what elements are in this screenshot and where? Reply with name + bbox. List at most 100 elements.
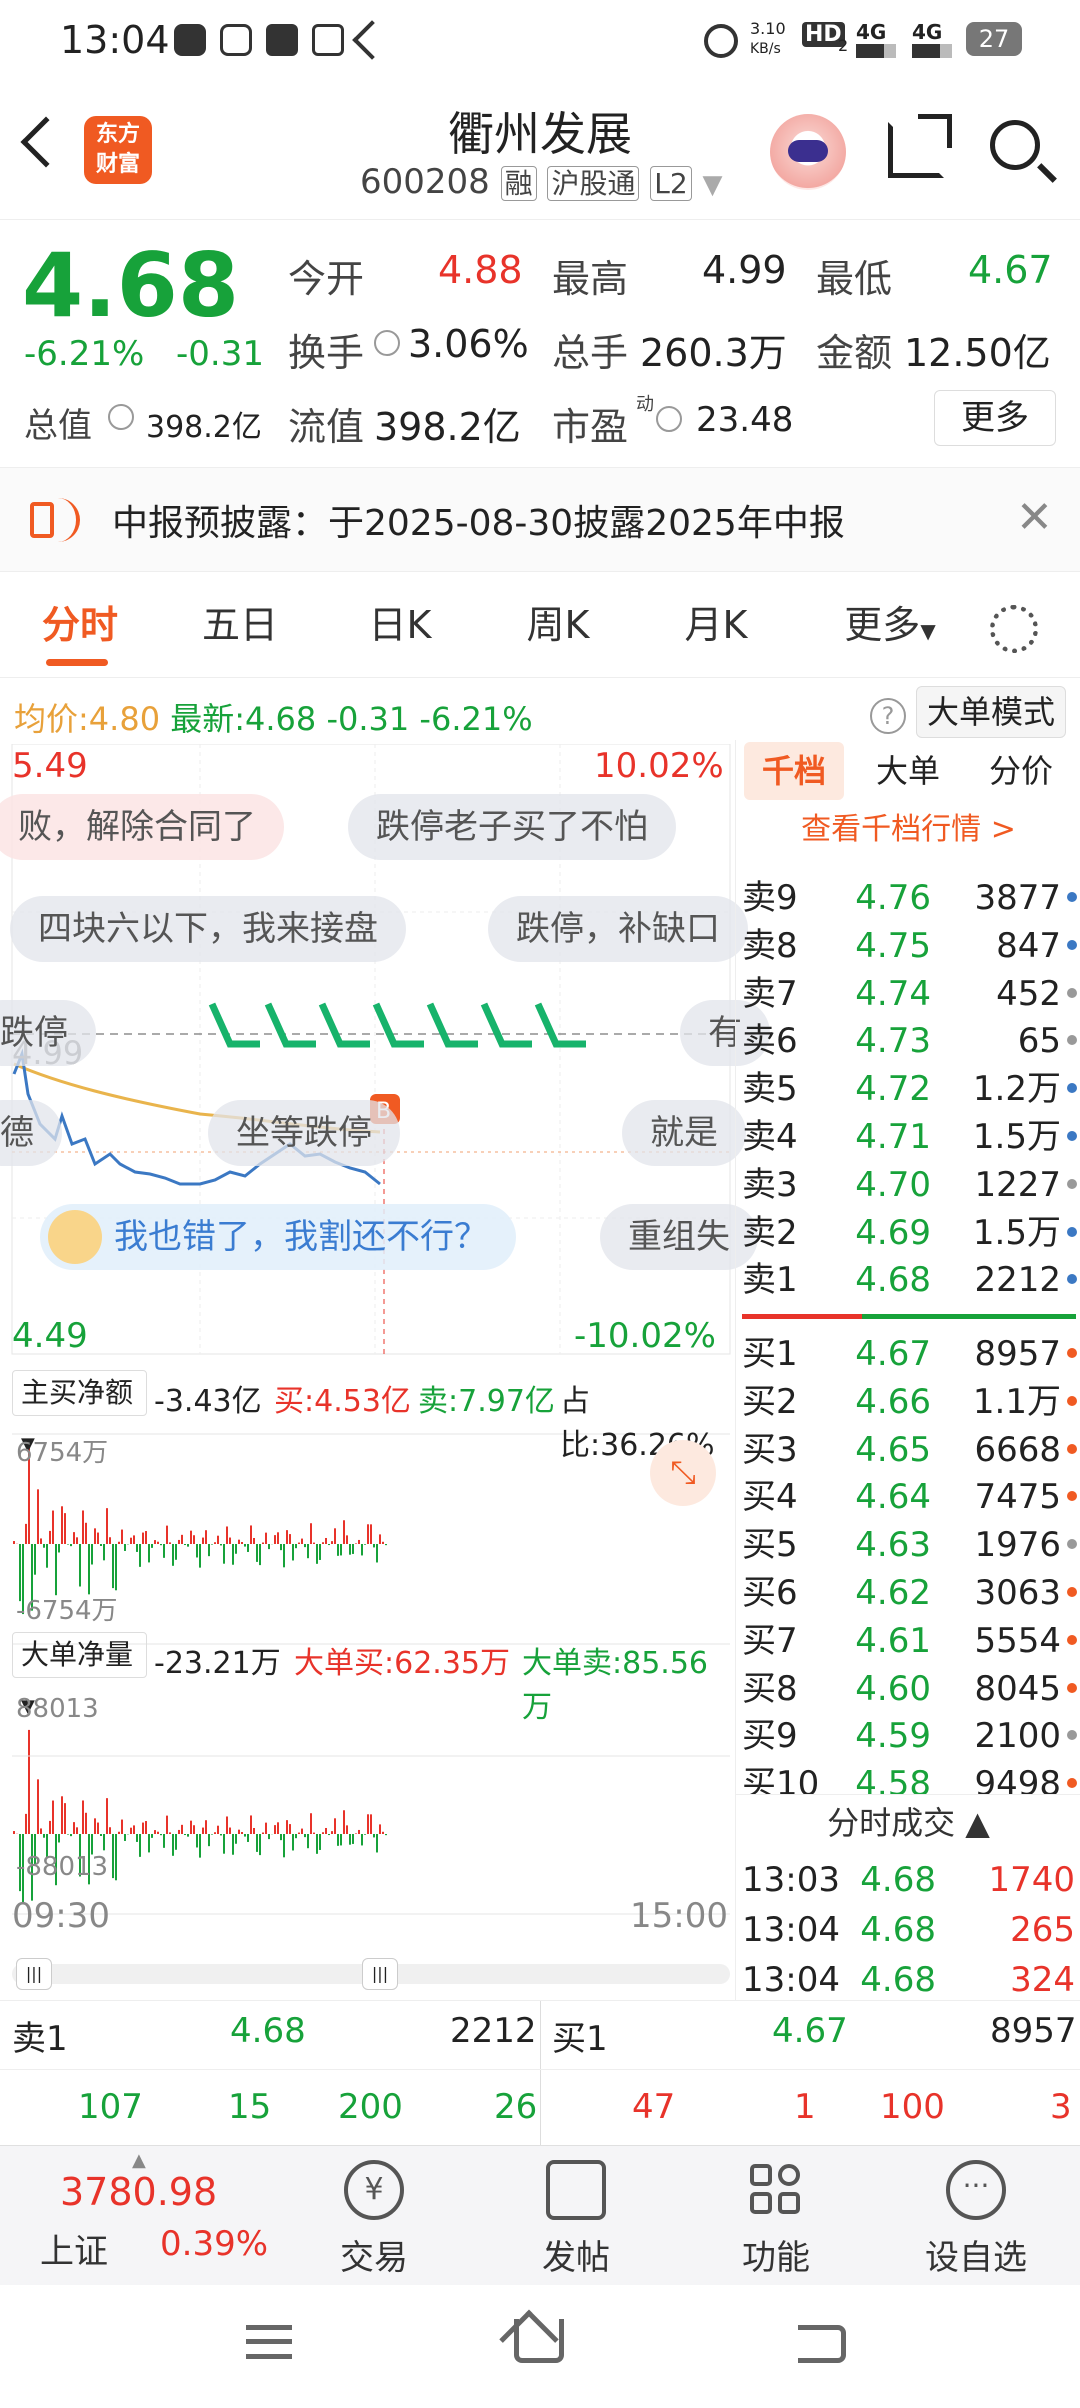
tab-five-day[interactable]: 五日 (180, 573, 300, 678)
ask-volume: 1.2万 (972, 1069, 1061, 1110)
mktcap-value: 398.2亿 (146, 410, 262, 445)
ask-row[interactable]: 卖8 4.75 847 (736, 922, 1080, 970)
nav-function-label: 功能 (742, 2238, 810, 2278)
sell-tick: 200 (338, 2087, 403, 2127)
large-order-mode-button[interactable]: 大单模式 (916, 686, 1066, 738)
menu-icon[interactable] (246, 2325, 292, 2359)
ask-row[interactable]: 卖4 4.71 1.5万 (736, 1113, 1080, 1161)
bid-row[interactable]: 买5 4.63 1976 (736, 1521, 1080, 1569)
tab-monthly-k[interactable]: 月K (656, 573, 776, 678)
trades-title[interactable]: 分时成交 ▲ (736, 1794, 1080, 1850)
bid-volume: 8045 (974, 1668, 1061, 1709)
signal-4g-1: 4G (856, 20, 887, 44)
bid-bar (862, 1314, 1076, 1319)
close-icon[interactable]: ✕ (1016, 492, 1053, 543)
buy-tick: 1 (794, 2087, 816, 2127)
sell1-label: 卖1 (12, 2019, 68, 2059)
buy-tick: 47 (632, 2087, 676, 2127)
nav-trade[interactable]: ¥ 交易 (274, 2146, 474, 2286)
slider-handle-right[interactable]: ||| (362, 1958, 398, 1990)
more-button[interactable]: 更多 (934, 390, 1056, 446)
turnover-info-icon[interactable] (374, 330, 400, 356)
comment-bubble[interactable]: 就是 (622, 1100, 746, 1166)
ask-price: 4.69 (855, 1212, 931, 1253)
index-value: 3780.98 (60, 2170, 218, 2214)
ask-dot (1067, 1131, 1077, 1141)
ask-label: 卖8 (742, 925, 798, 966)
tiktok-icon (174, 24, 206, 56)
ask-row[interactable]: 卖3 4.70 1227 (736, 1161, 1080, 1209)
ask-row[interactable]: 卖5 4.72 1.2万 (736, 1065, 1080, 1113)
ask-price: 4.76 (855, 878, 931, 918)
bid-volume: 7475 (974, 1477, 1061, 1518)
settings-gear-icon[interactable] (990, 605, 1038, 653)
bid-volume: 8957 (974, 1334, 1061, 1374)
panel1-selector[interactable]: 主买净额 ▼ (12, 1370, 147, 1455)
expand-icon[interactable]: ⤡ (650, 1440, 716, 1506)
comment-bubble[interactable]: 跌停，补缺口 (488, 896, 748, 962)
trade-volume: 1740 (988, 1860, 1075, 1900)
ask-price: 4.74 (855, 973, 931, 1014)
comment-bubble[interactable]: 败，解除合同了 (0, 794, 284, 860)
comment-bubble[interactable]: 跌停老子买了不怕 (348, 794, 676, 860)
trade-time: 13:04 (742, 1910, 840, 1950)
change-abs: -0.31 (176, 334, 264, 374)
bid-volume: 1.1万 (972, 1381, 1061, 1422)
bid-row[interactable]: 买7 4.61 5554 (736, 1617, 1080, 1665)
bid-row[interactable]: 买8 4.60 8045 (736, 1665, 1080, 1713)
panel2-sell: 大单卖:85.56万 (522, 1646, 708, 1725)
nav-post[interactable]: 发帖 (476, 2146, 676, 2286)
bid-dot (1067, 1348, 1077, 1358)
index-ticker[interactable]: ▲ 3780.98 上证 0.39% (20, 2146, 280, 2286)
view-depth-link[interactable]: 查看千档行情 > (736, 804, 1080, 848)
ask-row[interactable]: 卖9 4.76 3877 (736, 874, 1080, 922)
bid-label: 买9 (742, 1716, 798, 1757)
current-price: 4.68 (22, 234, 240, 337)
yen-icon: ¥ (344, 2160, 404, 2220)
buy1-price: 4.67 (772, 2011, 848, 2051)
nav-add-watchlist[interactable]: ··· 设自选 (876, 2146, 1076, 2286)
ask-row[interactable]: 卖7 4.74 452 (736, 970, 1080, 1018)
ask-row[interactable]: 卖6 4.73 65 (736, 1017, 1080, 1065)
share-arrow-icon (918, 114, 952, 148)
change-pct: -6.21% (24, 334, 145, 374)
stock-code-row[interactable]: 600208 融 沪股通 L2 ▼ (360, 162, 723, 206)
bid-row[interactable]: 买3 4.65 6668 (736, 1426, 1080, 1474)
comment-bubble[interactable]: 跌停 (0, 1000, 96, 1066)
sell-tick: 26 (494, 2087, 538, 2127)
ask-row[interactable]: 卖1 4.68 2212 (736, 1256, 1080, 1304)
bid-volume: 6668 (974, 1429, 1061, 1470)
ob-tab-depth[interactable]: 千档 (744, 742, 844, 800)
ask-price: 4.71 (855, 1117, 931, 1157)
open-label: 今开 (288, 257, 365, 301)
bid-row[interactable]: 买4 4.64 7475 (736, 1473, 1080, 1521)
info-icon[interactable] (108, 404, 134, 430)
comment-bubble[interactable]: 坐等跌停 (208, 1100, 400, 1166)
comment-bubble-highlight[interactable]: 我也错了，我割还不行？ (40, 1204, 516, 1270)
tab-daily-k[interactable]: 日K (340, 573, 460, 678)
bid-row[interactable]: 买9 4.59 2100 (736, 1712, 1080, 1760)
ob-tab-large[interactable]: 大单 (858, 742, 958, 800)
bid-row[interactable]: 买6 4.62 3063 (736, 1569, 1080, 1617)
back-nav-icon[interactable] (798, 2325, 846, 2363)
bid-row[interactable]: 买1 4.67 8957 (736, 1330, 1080, 1378)
ask-row[interactable]: 卖2 4.69 1.5万 (736, 1209, 1080, 1257)
slider-handle-left[interactable]: ||| (16, 1958, 52, 1990)
tab-weekly-k[interactable]: 周K (498, 573, 618, 678)
notice-bar[interactable]: 中报预披露：于2025-08-30披露2025年中报 ✕ (0, 467, 1080, 572)
nav-function[interactable]: 功能 (676, 2146, 876, 2286)
ask-dot (1067, 1226, 1077, 1237)
bid-dot (1067, 1491, 1077, 1502)
help-icon[interactable]: ? (870, 698, 906, 734)
clock: 13:04 (60, 18, 170, 62)
ai-assistant-avatar[interactable] (770, 114, 846, 190)
bid-price: 4.61 (855, 1620, 931, 1661)
panel2-selector[interactable]: 大单净量 ▼ (12, 1632, 147, 1717)
search-icon[interactable] (990, 120, 1040, 170)
pe-info-icon[interactable] (656, 406, 682, 432)
bid-row[interactable]: 买2 4.66 1.1万 (736, 1378, 1080, 1426)
ob-tab-price[interactable]: 分价 (966, 742, 1076, 800)
tab-more[interactable]: 更多▼ (820, 573, 960, 678)
comment-bubble[interactable]: 四块六以下，我来接盘 (10, 896, 406, 962)
bid-dot (1067, 1443, 1077, 1454)
